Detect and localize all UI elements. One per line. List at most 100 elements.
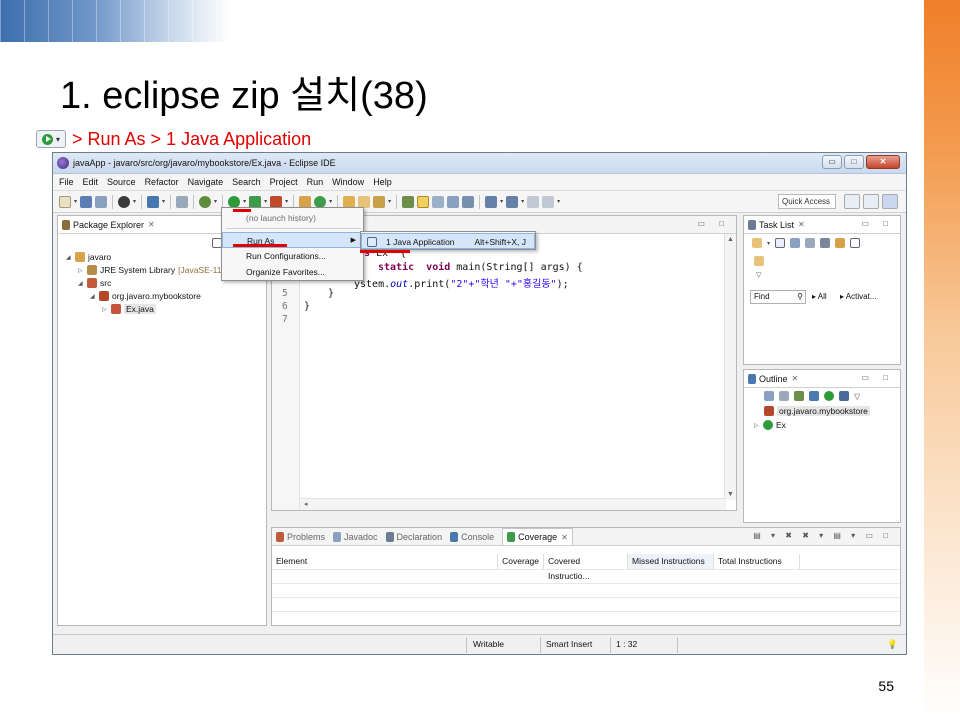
categorize-icon[interactable] [775, 238, 786, 248]
back-icon[interactable] [527, 195, 540, 208]
debug-icon[interactable] [199, 195, 212, 208]
tree-item-file[interactable]: ▷ Ex.java [102, 304, 156, 314]
tree-item-project[interactable]: ◢ javaro [66, 252, 111, 262]
external-tools-icon[interactable] [270, 195, 283, 208]
target-icon[interactable] [118, 195, 131, 208]
minimize-view-icon[interactable] [850, 238, 861, 248]
save-icon[interactable] [80, 195, 93, 208]
editor-horizontal-scrollbar[interactable]: ◂ [300, 498, 726, 510]
terminal-icon[interactable] [147, 195, 160, 208]
menu-navigate[interactable]: Navigate [188, 177, 224, 187]
coverage-toolbar-icons[interactable]: ▤ ▾ ✖ ✖ ▾ ▤ ▾ ▭ □ [753, 531, 892, 540]
close-icon[interactable]: ✕ [561, 533, 568, 542]
debug-perspective-icon[interactable] [882, 194, 898, 209]
open-perspective-icon[interactable] [844, 194, 860, 209]
status-bar: Writable Smart Insert 1 : 32 💡 [53, 634, 906, 654]
code-line[interactable]: } [304, 301, 310, 312]
annotation-icon[interactable] [402, 195, 415, 208]
quick-access-input[interactable]: Quick Access [778, 194, 836, 209]
hide-fields-icon[interactable] [779, 391, 789, 401]
outline-minmax-icon[interactable]: ▭ □ [861, 373, 894, 382]
menu-refactor[interactable]: Refactor [145, 177, 179, 187]
editor-vertical-scrollbar[interactable]: ▲ ▼ [724, 234, 736, 500]
task-filter-all[interactable]: ▸ All [812, 292, 827, 301]
task-find-input[interactable]: Find ⚲ [750, 290, 806, 304]
open-type-icon[interactable] [343, 195, 356, 208]
hide-local-types-icon[interactable] [824, 391, 834, 401]
word-wrap-icon[interactable] [447, 195, 460, 208]
next-annotation-icon[interactable] [485, 195, 498, 208]
tab-javadoc[interactable]: Javadoc [344, 532, 378, 542]
hide-static-icon[interactable] [794, 391, 804, 401]
new-icon[interactable] [59, 195, 71, 208]
sync-icon[interactable] [835, 238, 846, 248]
menu-help[interactable]: Help [373, 177, 392, 187]
collapse-icon[interactable] [820, 238, 831, 248]
column-total-instructions[interactable]: Total Instructions [714, 554, 800, 569]
menu-item-organize-favorites[interactable]: Organize Favorites... [222, 264, 363, 280]
menu-item-java-application[interactable]: 1 Java Application Alt+Shift+X, J [361, 233, 535, 249]
outline-item-class[interactable]: ▷ Ex [754, 420, 786, 430]
java-perspective-icon[interactable] [863, 194, 879, 209]
sort-icon[interactable] [764, 391, 774, 401]
task-list-minmax-icon[interactable]: ▭ □ [861, 219, 894, 228]
skip-breakpoints-icon[interactable] [176, 195, 189, 208]
open-task-icon[interactable] [358, 195, 371, 208]
prev-annotation-icon[interactable] [506, 195, 519, 208]
tab-console[interactable]: Console [461, 532, 494, 542]
search-icon[interactable] [373, 195, 386, 208]
forward-icon[interactable] [542, 195, 555, 208]
filter-icon[interactable] [805, 238, 816, 248]
coverage-icon[interactable] [249, 195, 262, 208]
new-java-project-icon[interactable] [299, 195, 312, 208]
tab-declaration[interactable]: Declaration [397, 532, 443, 542]
menu-run[interactable]: Run [307, 177, 324, 187]
close-icon[interactable]: ✕ [798, 220, 805, 229]
status-cursor-position: 1 : 32 [616, 639, 638, 649]
block-selection-icon[interactable] [432, 195, 445, 208]
tab-coverage-active[interactable]: Coverage ✕ [502, 528, 573, 545]
tree-item-package[interactable]: ◢ org.javaro.mybookstore [90, 291, 201, 301]
close-button[interactable]: ✕ [866, 155, 900, 169]
menu-source[interactable]: Source [107, 177, 136, 187]
show-whitespace-icon[interactable] [462, 195, 475, 208]
code-line[interactable]: } [328, 288, 334, 299]
close-icon[interactable]: ✕ [148, 220, 155, 229]
menu-project[interactable]: Project [270, 177, 298, 187]
tree-item-src[interactable]: ◢ src [78, 278, 111, 288]
view-menu-icon[interactable]: ▽ [854, 392, 860, 401]
close-icon[interactable]: ✕ [792, 374, 799, 383]
schedule-icon[interactable] [790, 238, 801, 248]
save-all-icon[interactable] [95, 195, 108, 208]
code-line[interactable]: static void main(String[] args) { [378, 262, 583, 273]
tree-item-jre[interactable]: ▷ JRE System Library [JavaSE-11] [78, 265, 224, 275]
column-missed-instructions[interactable]: Missed Instructions [628, 554, 714, 569]
menu-file[interactable]: File [59, 177, 74, 187]
editor-minmax-icon[interactable]: ▭ □ [697, 219, 730, 228]
hide-nonpublic-icon[interactable] [809, 391, 819, 401]
column-covered-instructions[interactable]: Covered Instructio... [544, 554, 628, 581]
tab-task-list[interactable]: Task List [759, 220, 794, 230]
tab-problems[interactable]: Problems [287, 532, 325, 542]
run-icon[interactable] [228, 195, 241, 208]
tab-outline[interactable]: Outline [759, 374, 788, 384]
tab-package-explorer[interactable]: Package Explorer [73, 220, 144, 230]
link-outline-icon[interactable] [839, 391, 849, 401]
column-coverage[interactable]: Coverage [498, 554, 544, 569]
tip-icon[interactable]: 💡 [887, 639, 898, 650]
column-element[interactable]: Element [272, 554, 498, 569]
task-activate-link[interactable]: ▸ Activat... [840, 292, 876, 301]
maximize-button[interactable]: □ [844, 155, 864, 169]
menu-item-run-configurations[interactable]: Run Configurations... [222, 248, 363, 264]
menu-search[interactable]: Search [232, 177, 261, 187]
expand-icon[interactable]: ▽ [756, 271, 761, 279]
new-task-icon[interactable] [752, 238, 762, 248]
bottom-panel: Problems Javadoc Declaration Console Cov… [271, 527, 901, 626]
code-line[interactable]: ystem.out.print("2"+"학년 "+"홍길동"); [354, 275, 569, 290]
menu-edit[interactable]: Edit [83, 177, 99, 187]
menu-window[interactable]: Window [332, 177, 364, 187]
minimize-button[interactable]: ▭ [822, 155, 842, 169]
new-class-icon[interactable] [314, 195, 327, 208]
outline-item-package[interactable]: org.javaro.mybookstore [764, 406, 870, 416]
mark-occurrences-icon[interactable] [417, 195, 430, 208]
